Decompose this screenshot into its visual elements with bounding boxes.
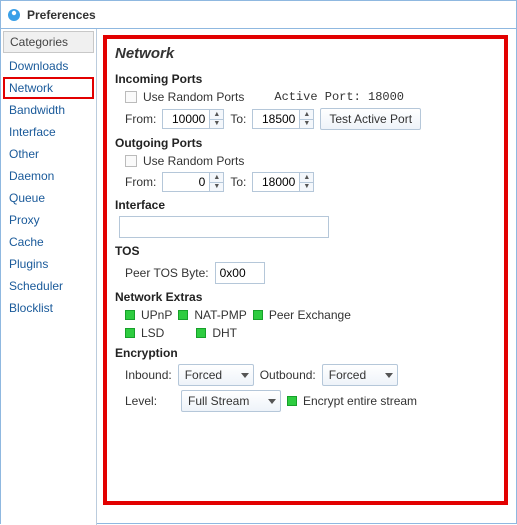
upnp-checkbox[interactable] [125,310,135,320]
spin-down-icon[interactable]: ▼ [210,120,223,129]
app-icon [7,8,21,22]
active-port-label: Active Port: 18000 [274,90,404,104]
sidebar-item-network[interactable]: Network [3,77,94,99]
level-value: Full Stream [188,394,249,408]
chevron-down-icon [385,373,393,378]
level-select[interactable]: Full Stream [181,390,281,412]
sidebar-item-scheduler[interactable]: Scheduler [3,275,94,297]
outgoing-from-input[interactable] [163,173,209,191]
spin-down-icon[interactable]: ▼ [210,183,223,192]
incoming-heading: Incoming Ports [115,72,496,86]
sidebar-item-other[interactable]: Other [3,143,94,165]
spin-up-icon[interactable]: ▲ [210,110,223,120]
main-panel: Network Incoming Ports Use Random Ports … [97,29,516,525]
sidebar-item-queue[interactable]: Queue [3,187,94,209]
outgoing-random-label: Use Random Ports [143,154,244,168]
sidebar-item-blocklist[interactable]: Blocklist [3,297,94,319]
interface-heading: Interface [115,198,496,212]
encryption-heading: Encryption [115,346,496,360]
pex-label: Peer Exchange [269,308,351,322]
spin-down-icon[interactable]: ▼ [300,120,313,129]
sidebar-item-plugins[interactable]: Plugins [3,253,94,275]
natpmp-checkbox[interactable] [178,310,188,320]
page-title: Network [115,45,496,62]
sidebar-header: Categories [3,31,94,53]
incoming-to-label: To: [230,112,246,126]
sidebar-item-proxy[interactable]: Proxy [3,209,94,231]
inbound-select[interactable]: Forced [178,364,254,386]
titlebar: Preferences [1,1,516,29]
lsd-label: LSD [141,326,164,340]
spin-up-icon[interactable]: ▲ [300,173,313,183]
sidebar-item-interface[interactable]: Interface [3,121,94,143]
lsd-checkbox[interactable] [125,328,135,338]
tos-heading: TOS [115,244,496,258]
encrypt-entire-label: Encrypt entire stream [303,394,417,408]
sidebar-item-cache[interactable]: Cache [3,231,94,253]
outgoing-to-spinbox[interactable]: ▲▼ [252,172,314,192]
interface-input[interactable] [119,216,329,238]
incoming-random-label: Use Random Ports [143,90,244,104]
upnp-label: UPnP [141,308,172,322]
test-active-port-button[interactable]: Test Active Port [320,108,421,130]
spin-up-icon[interactable]: ▲ [300,110,313,120]
outgoing-to-label: To: [230,175,246,189]
incoming-from-label: From: [125,112,156,126]
outgoing-from-label: From: [125,175,156,189]
sidebar-item-bandwidth[interactable]: Bandwidth [3,99,94,121]
incoming-random-checkbox[interactable] [125,91,137,103]
pex-checkbox[interactable] [253,310,263,320]
chevron-down-icon [241,373,249,378]
dht-checkbox[interactable] [196,328,206,338]
tos-input[interactable] [215,262,265,284]
inbound-label: Inbound: [125,368,172,382]
inbound-value: Forced [185,368,222,382]
spin-down-icon[interactable]: ▼ [300,183,313,192]
dht-label: DHT [212,326,237,340]
incoming-from-spinbox[interactable]: ▲▼ [162,109,224,129]
incoming-from-input[interactable] [163,110,209,128]
sidebar-item-daemon[interactable]: Daemon [3,165,94,187]
outgoing-random-checkbox[interactable] [125,155,137,167]
incoming-to-input[interactable] [253,110,299,128]
sidebar: Categories Downloads Network Bandwidth I… [1,29,97,525]
window-title: Preferences [27,8,96,22]
outbound-select[interactable]: Forced [322,364,398,386]
tos-label: Peer TOS Byte: [125,266,209,280]
spin-up-icon[interactable]: ▲ [210,173,223,183]
outbound-value: Forced [329,368,366,382]
sidebar-item-downloads[interactable]: Downloads [3,55,94,77]
natpmp-label: NAT-PMP [194,308,246,322]
outgoing-from-spinbox[interactable]: ▲▼ [162,172,224,192]
network-panel: Network Incoming Ports Use Random Ports … [103,35,508,505]
outgoing-heading: Outgoing Ports [115,136,496,150]
outbound-label: Outbound: [260,368,316,382]
chevron-down-icon [268,399,276,404]
outgoing-to-input[interactable] [253,173,299,191]
incoming-to-spinbox[interactable]: ▲▼ [252,109,314,129]
encrypt-entire-checkbox[interactable] [287,396,297,406]
level-label: Level: [125,394,175,408]
extras-heading: Network Extras [115,290,496,304]
